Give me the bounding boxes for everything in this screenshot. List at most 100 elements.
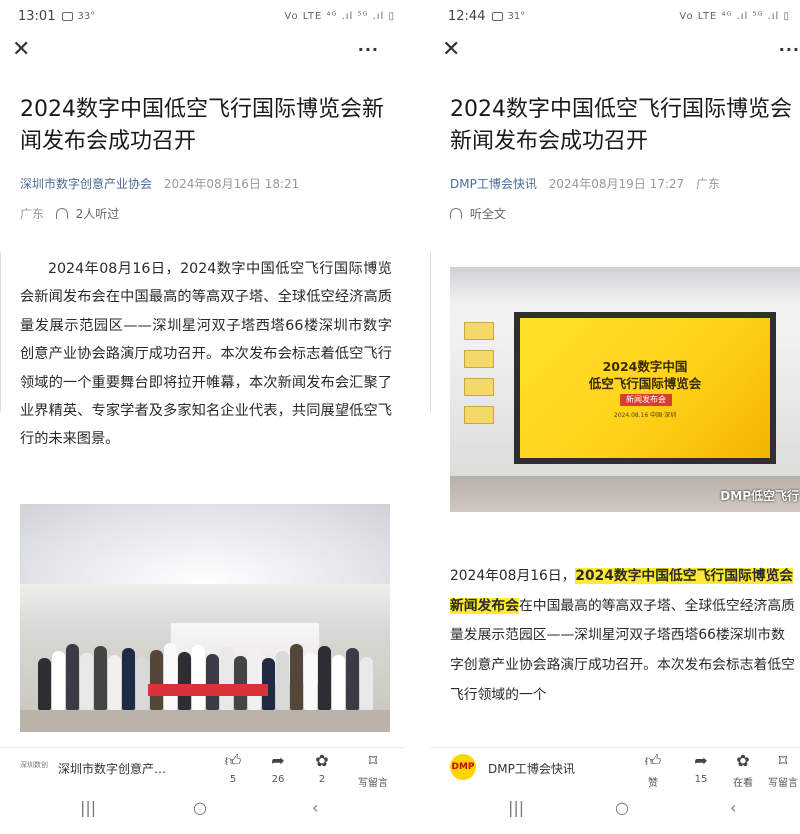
recents-icon[interactable]: ||| — [80, 798, 96, 817]
wall-plaques — [460, 322, 498, 442]
home-icon[interactable]: ○ — [193, 798, 207, 817]
system-nav-bar: ||| ○ ‹ — [0, 790, 405, 834]
status-bar: 12:44 31° Vo LTE ⁴ᴳ .ıl ⁵ᴳ .ıl ▯ — [448, 6, 790, 26]
screen-tag: 新闻发布会 — [620, 394, 672, 406]
para-prefix: 2024年08月16日， — [450, 568, 576, 584]
bottom-action-bar: 深圳数创 深圳市数字创意产… 👍︎ 5 ➦ 26 ✿ 2 ⌑ 写留言 — [0, 747, 405, 789]
article-paragraph-text: 2024年08月16日，2024数字中国低空飞行国际博览会新闻发布会在中国最高的… — [20, 261, 392, 448]
divider-gap — [405, 0, 430, 834]
para-highlight-1: 2024数字中国低空飞行国际 — [575, 568, 752, 584]
author-link[interactable]: DMP工博会快讯 — [450, 177, 537, 191]
signal-battery-indicators: Vo LTE ⁴ᴳ .ıl ⁵ᴳ .ıl ▯ — [679, 10, 790, 22]
crowd-person — [318, 646, 331, 710]
right-screenshot: 12:44 31° Vo LTE ⁴ᴳ .ıl ⁵ᴳ .ıl ▯ ✕ ··· 2… — [430, 0, 800, 834]
region-label: 广东 — [695, 177, 720, 191]
crowd-person — [346, 648, 359, 710]
article-topbar: ✕ ··· — [0, 36, 405, 66]
comment-label: 写留言 — [768, 778, 798, 789]
listen-full-label[interactable]: 听全文 — [470, 207, 506, 221]
crowd-person — [276, 651, 289, 710]
article-topbar: ✕ ··· — [430, 36, 800, 66]
share-count: 26 — [271, 774, 285, 785]
like-count: 5 — [229, 774, 237, 785]
flower-icon: ✿ — [315, 751, 329, 770]
share-icon: ➦ — [271, 751, 285, 770]
status-bar: 13:01 33° Vo LTE ⁴ᴳ .ıl ⁵ᴳ .ıl ▯ — [18, 6, 395, 26]
status-temp: 31° — [507, 10, 526, 22]
comment-button[interactable]: ⌑ 写留言 — [356, 751, 390, 790]
listen-count[interactable]: 2人听过 — [76, 207, 120, 221]
headphones-icon[interactable] — [55, 208, 68, 219]
more-icon[interactable]: ··· — [358, 36, 379, 64]
crowd-person — [38, 658, 51, 710]
share-count: 15 — [694, 774, 708, 785]
crowd-person — [234, 656, 247, 710]
headphones-icon[interactable] — [450, 208, 462, 219]
system-nav-bar: ||| ○ ‹ — [430, 790, 800, 834]
crowd-person — [178, 652, 191, 710]
share-icon: ➦ — [694, 751, 708, 770]
listen-row[interactable]: 听全文 — [450, 205, 506, 222]
crowd-person — [206, 654, 219, 710]
close-icon[interactable]: ✕ — [442, 36, 460, 64]
share-button[interactable]: ➦ 15 — [686, 751, 716, 786]
recommend-button[interactable]: ✿ 在看 — [728, 752, 758, 790]
author-link[interactable]: 深圳市数字创意产业协会 — [20, 177, 152, 191]
more-icon[interactable]: ··· — [779, 36, 800, 64]
thumbs-up-icon: 👍︎ — [224, 751, 242, 770]
like-label: 赞 — [648, 778, 658, 789]
publish-date: 2024年08月16日 18:21 — [163, 177, 300, 191]
crowd-person — [360, 657, 373, 710]
crowd-person — [122, 648, 135, 710]
press-conference-photo: 2024数字中国 低空飞行国际博览会 新闻发布会 2024.08.16 中国·深… — [450, 267, 800, 512]
publish-date: 2024年08月19日 17:27 — [548, 177, 685, 191]
crowd-person — [220, 647, 233, 710]
back-icon[interactable]: ‹ — [730, 798, 736, 817]
right-edge-handle — [430, 252, 434, 412]
article-title: 2024数字中国低空飞行国际博览会新闻发布会成功召开 — [20, 97, 384, 154]
article-paragraph: 2024年08月16日，2024数字中国低空飞行国际博览会新闻发布会在中国最高的… — [20, 255, 392, 454]
display-screen: 2024数字中国 低空飞行国际博览会 新闻发布会 2024.08.16 中国·深… — [514, 312, 776, 464]
signal-battery-indicators: Vo LTE ⁴ᴳ .ıl ⁵ᴳ .ıl ▯ — [284, 10, 395, 22]
comment-label: 写留言 — [358, 778, 388, 789]
left-screenshot: 13:01 33° Vo LTE ⁴ᴳ .ıl ⁵ᴳ .ıl ▯ ✕ ··· 2… — [0, 0, 405, 834]
like-button[interactable]: 👍︎ 5 — [218, 751, 248, 786]
bottom-action-bar: DMP DMP工博会快讯 👍︎ 赞 ➦ 15 ✿ 在看 ⌑ 写留言 — [430, 747, 800, 789]
listen-row: 广东 2人听过 — [20, 205, 119, 222]
gallery-icon — [62, 11, 74, 21]
crowd-person — [52, 651, 65, 710]
recommend-button[interactable]: ✿ 2 — [307, 751, 337, 786]
recommend-count: 2 — [318, 774, 326, 785]
crowd-person — [66, 644, 79, 710]
account-logo[interactable]: DMP — [450, 754, 476, 780]
crowd-person — [248, 649, 261, 710]
screen-title-2: 低空飞行国际博览会 — [588, 376, 702, 391]
like-button[interactable]: 👍︎ 赞 — [638, 751, 668, 790]
screen-small-text: 2024.08.16 中国·深圳 — [613, 412, 677, 419]
account-logo[interactable]: 深圳数创 — [20, 760, 48, 770]
comment-icon: ⌑ — [778, 751, 788, 770]
crowd-person — [192, 645, 205, 710]
share-button[interactable]: ➦ 26 — [263, 751, 293, 786]
region-label: 广东 — [20, 207, 45, 221]
crowd-person — [164, 643, 177, 710]
close-icon[interactable]: ✕ — [12, 36, 30, 64]
recents-icon[interactable]: ||| — [508, 798, 524, 817]
thumbs-up-icon: 👍︎ — [644, 751, 662, 770]
status-time: 12:44 — [448, 8, 486, 24]
crowd-person — [108, 655, 121, 710]
home-icon[interactable]: ○ — [615, 798, 629, 817]
crowd-person — [150, 650, 163, 710]
article-meta: 深圳市数字创意产业协会 2024年08月16日 18:21 — [20, 175, 307, 192]
left-edge-handle — [0, 252, 4, 412]
comment-icon: ⌑ — [368, 751, 378, 770]
article-meta: DMP工博会快讯 2024年08月19日 17:27 广东 — [450, 175, 720, 192]
back-icon[interactable]: ‹ — [312, 798, 318, 817]
comment-button[interactable]: ⌑ 写留言 — [766, 751, 800, 790]
account-name[interactable]: 深圳市数字创意产… — [58, 760, 166, 777]
status-temp: 33° — [77, 10, 96, 22]
account-name[interactable]: DMP工博会快讯 — [488, 760, 575, 777]
crowd-person — [80, 653, 93, 710]
article-title: 2024数字中国低空飞行国际博览会新闻发布会成功召开 — [450, 97, 792, 154]
photo-watermark: DMP低空飞行 — [720, 489, 799, 503]
